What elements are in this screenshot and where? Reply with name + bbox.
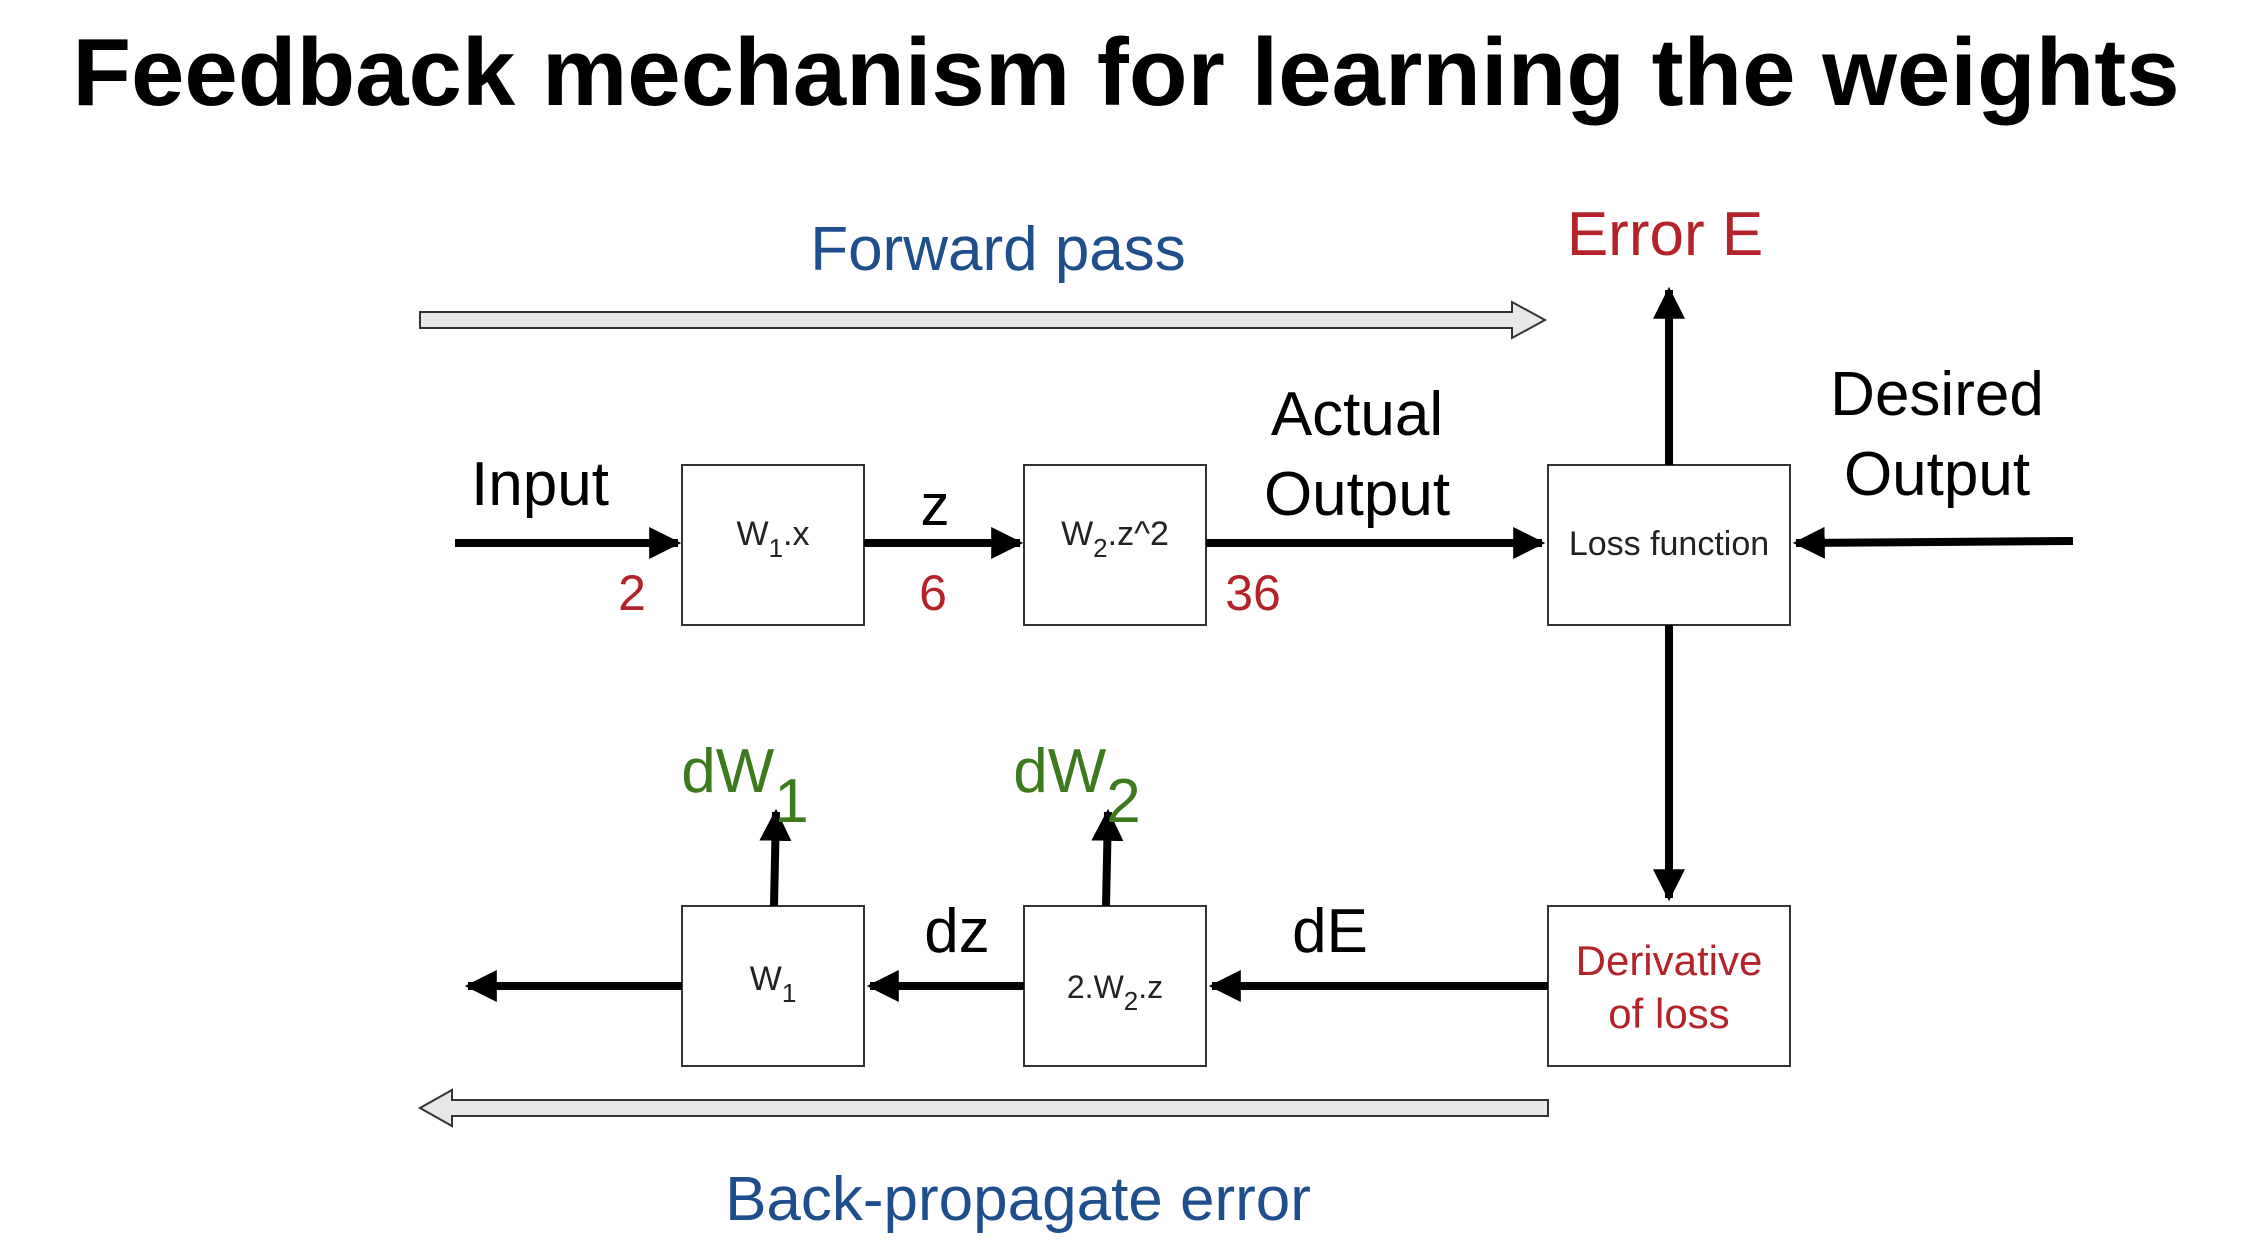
forward-pass-label: Forward pass: [810, 215, 1186, 284]
actual-output-label-line2: Output: [1264, 460, 1450, 529]
desired-output-arrow: [1792, 526, 2074, 559]
loss-function-label: Loss function: [1569, 525, 1769, 563]
dW1-label: dW1: [681, 737, 808, 836]
desired-output-label-line1: Desired: [1830, 360, 2044, 429]
actual-output-label-line1: Actual: [1271, 380, 1443, 449]
derivative-label-line1: Derivative: [1576, 937, 1763, 984]
z-value: 6: [919, 565, 947, 621]
backprop-label: Back-propagate error: [725, 1165, 1311, 1234]
input-label: Input: [471, 450, 609, 519]
dW2-label: dW2: [1013, 737, 1140, 836]
feedback-diagram: Forward pass Input 2 W1.x z 6 W2.z^2 Act…: [417, 200, 2074, 1234]
forward-pass-arrow: [419, 300, 1548, 340]
derivative-of-loss-box: [1547, 905, 1791, 1067]
error-label: Error E: [1567, 200, 1763, 269]
dE-label: dE: [1292, 897, 1368, 966]
z-label: z: [921, 473, 950, 538]
derivative-label-line2: of loss: [1608, 990, 1729, 1037]
input-value: 2: [618, 565, 646, 621]
output-value: 36: [1225, 565, 1281, 621]
dz-label: dz: [924, 897, 989, 966]
desired-output-label-line2: Output: [1844, 440, 2030, 509]
backprop-arrow: [417, 1088, 1549, 1128]
